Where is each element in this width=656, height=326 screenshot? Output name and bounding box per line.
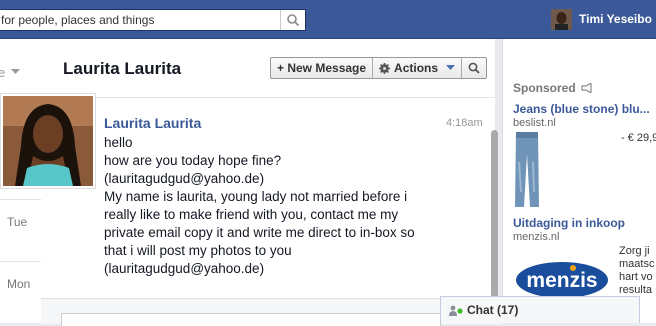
search-icon <box>287 14 300 27</box>
new-message-button[interactable]: + New Message <box>271 58 372 78</box>
message-line: how are you today hope fine? <box>104 153 282 168</box>
thread-title[interactable]: Laurita Laurita <box>63 59 181 79</box>
ad-domain: beslist.nl <box>513 117 556 129</box>
gear-icon <box>379 62 391 74</box>
message-timestamp: 4:18am <box>446 117 483 129</box>
message-line: private email copy it and write me direc… <box>104 225 415 240</box>
search-thread-button[interactable] <box>461 58 486 78</box>
chat-tab[interactable]: Chat (17) <box>440 296 640 323</box>
conversation-date[interactable]: Mon <box>7 277 30 291</box>
ad-title[interactable]: Uitdaging in inkoop <box>513 216 625 230</box>
message-body: hello how are you today hope fine? (laur… <box>104 134 434 278</box>
sponsored-heading: Sponsored <box>513 81 593 95</box>
search-icon <box>468 62 480 74</box>
sender-profile-photo[interactable] <box>0 93 96 189</box>
ad-description-line: maatsc <box>619 258 655 270</box>
message-line: My name is laurita, young lady not marri… <box>104 189 408 204</box>
folder-dropdown-label[interactable]: e <box>0 65 5 80</box>
search-input[interactable] <box>0 10 281 30</box>
message-line: hello <box>104 135 133 150</box>
actions-label: Actions <box>394 61 439 75</box>
message-line: (lauritagudgud@yahoo.de) <box>104 261 265 276</box>
thread-toolbar: + New Message Actions <box>270 57 488 79</box>
thread-scrollbar[interactable] <box>491 130 498 298</box>
search-box <box>0 9 306 31</box>
search-button[interactable] <box>280 10 305 30</box>
list-divider <box>0 261 41 262</box>
sponsored-label: Sponsored <box>513 81 576 95</box>
ad-description-line: Zorg ji <box>619 245 650 257</box>
user-avatar[interactable] <box>551 9 572 30</box>
menzis-logo-text: menzis <box>526 269 597 292</box>
ad-description: Zorg ji maatsc hart vo resulta <box>619 245 654 297</box>
chevron-down-icon <box>446 65 456 70</box>
message-sender[interactable]: Laurita Laurita <box>104 115 201 131</box>
ad-price: - € 29,9 <box>621 132 656 144</box>
megaphone-icon <box>581 81 592 95</box>
reply-input[interactable] <box>61 313 441 326</box>
actions-button[interactable]: Actions <box>372 58 461 78</box>
ad-image-jeans[interactable] <box>513 132 541 207</box>
top-bar: Timi Yeseibo <box>0 0 656 39</box>
user-name-link[interactable]: Timi Yeseibo <box>579 12 652 26</box>
new-message-label: + New Message <box>277 61 367 75</box>
header-divider <box>41 97 495 98</box>
right-sidebar: Sponsored Jeans (blue stone) blu... besl… <box>502 39 656 323</box>
ad-description-line: hart vo <box>619 271 653 283</box>
chat-label: Chat (17) <box>467 303 519 317</box>
ad-domain: menzis.nl <box>513 231 560 243</box>
message-line: that i will post my photos to you <box>104 243 292 258</box>
chevron-down-icon[interactable] <box>11 69 20 75</box>
friends-online-icon <box>449 305 463 316</box>
message-line: (lauritagudgud@yahoo.de) <box>104 171 265 186</box>
ad-title[interactable]: Jeans (blue stone) blu... <box>513 102 650 116</box>
message-line: really like to make friend with you, con… <box>104 207 399 222</box>
conversation-date[interactable]: Tue <box>7 215 27 229</box>
list-divider <box>0 199 41 200</box>
